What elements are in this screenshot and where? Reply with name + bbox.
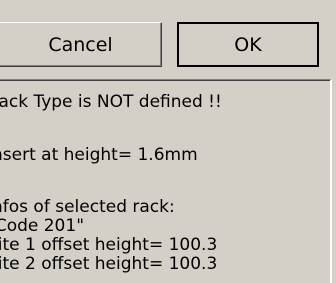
rack-code-text: "Code 201" [0, 216, 85, 236]
insert-height-text: Insert at height= 1.6mm [0, 145, 198, 165]
ok-button[interactable]: OK [177, 22, 319, 67]
site-2-offset-text: Site 2 offset height= 100.3 [0, 254, 218, 274]
dialog-edge [332, 79, 336, 283]
dialog-button-bar: Cancel OK [0, 0, 336, 79]
rack-info-panel: Rack Type is NOT defined !! Insert at he… [0, 79, 332, 283]
rack-type-status-text: Rack Type is NOT defined !! [0, 92, 222, 112]
site-1-offset-text: Site 1 offset height= 100.3 [0, 235, 218, 255]
selected-rack-heading: Infos of selected rack: [0, 197, 175, 217]
cancel-button[interactable]: Cancel [0, 22, 162, 67]
